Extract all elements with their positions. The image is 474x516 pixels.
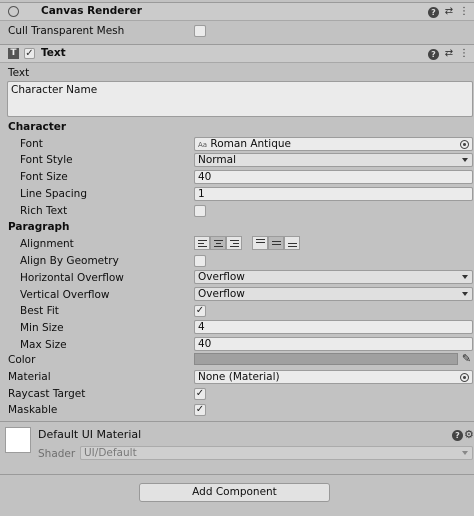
align-by-geometry-checkbox[interactable] bbox=[194, 255, 206, 267]
raycast-target-label: Raycast Target bbox=[8, 388, 86, 400]
dropdown-arrow-icon bbox=[462, 292, 468, 296]
align-left-icon bbox=[198, 240, 207, 249]
line-spacing-value: 1 bbox=[198, 188, 205, 200]
color-label: Color bbox=[8, 354, 36, 366]
align-bottom-button[interactable] bbox=[284, 236, 300, 250]
font-style-value: Normal bbox=[198, 154, 236, 166]
maskable-checkbox[interactable]: ✓ bbox=[194, 404, 206, 416]
align-right-button[interactable] bbox=[226, 236, 242, 250]
dropdown-arrow-icon bbox=[462, 275, 468, 279]
align-bottom-icon bbox=[288, 243, 297, 249]
shader-dropdown[interactable]: UI/Default bbox=[80, 446, 473, 460]
horizontal-overflow-value: Overflow bbox=[198, 271, 245, 283]
shader-value: UI/Default bbox=[84, 447, 137, 459]
vertical-overflow-label: Vertical Overflow bbox=[20, 289, 110, 301]
material-preview-thumbnail bbox=[5, 427, 31, 453]
material-title: Default UI Material bbox=[38, 428, 142, 441]
add-component-label: Add Component bbox=[192, 486, 277, 498]
help-icon[interactable]: ? bbox=[428, 49, 439, 60]
max-size-value: 40 bbox=[198, 338, 212, 350]
align-right-icon bbox=[230, 240, 239, 249]
character-section-header: Character bbox=[8, 121, 67, 133]
text-area-value: Character Name bbox=[11, 84, 98, 96]
best-fit-checkbox[interactable]: ✓ bbox=[194, 305, 206, 317]
help-icon[interactable]: ? bbox=[452, 430, 463, 441]
font-size-field[interactable]: 40 bbox=[194, 170, 473, 184]
eyedropper-icon[interactable]: ✎ bbox=[460, 352, 473, 365]
min-size-label: Min Size bbox=[20, 322, 64, 334]
font-style-label: Font Style bbox=[20, 154, 73, 166]
font-field-value: Roman Antique bbox=[210, 138, 291, 150]
align-center-button[interactable] bbox=[210, 236, 226, 250]
presets-icon[interactable]: ⇄ bbox=[443, 6, 455, 18]
context-menu-icon[interactable]: ⋮ bbox=[458, 48, 470, 60]
section-divider bbox=[0, 474, 474, 475]
material-field-value: None (Material) bbox=[198, 371, 280, 383]
align-center-icon bbox=[214, 240, 223, 249]
vertical-overflow-value: Overflow bbox=[198, 288, 245, 300]
rich-text-label: Rich Text bbox=[20, 205, 68, 217]
text-component-icon: T bbox=[8, 48, 19, 59]
cull-transparent-mesh-label: Cull Transparent Mesh bbox=[8, 25, 125, 37]
text-enabled-checkbox[interactable]: ✓ bbox=[24, 48, 35, 59]
paragraph-section-header: Paragraph bbox=[8, 221, 70, 233]
horizontal-overflow-dropdown[interactable]: Overflow bbox=[194, 270, 473, 284]
text-component-title: Text bbox=[41, 47, 66, 59]
line-spacing-field[interactable]: 1 bbox=[194, 187, 473, 201]
material-field[interactable]: None (Material) bbox=[194, 370, 473, 384]
cull-transparent-mesh-checkbox[interactable] bbox=[194, 25, 206, 37]
context-menu-icon[interactable]: ⋮ bbox=[458, 6, 470, 18]
font-size-value: 40 bbox=[198, 171, 212, 183]
line-spacing-label: Line Spacing bbox=[20, 188, 87, 200]
dropdown-arrow-icon bbox=[462, 158, 468, 162]
object-picker-icon[interactable] bbox=[460, 140, 469, 149]
align-middle-icon bbox=[272, 241, 281, 247]
canvas-renderer-title: Canvas Renderer bbox=[41, 5, 142, 17]
font-field[interactable]: Aa Roman Antique bbox=[194, 137, 473, 151]
min-size-value: 4 bbox=[198, 321, 205, 333]
align-middle-button[interactable] bbox=[268, 236, 284, 250]
best-fit-label: Best Fit bbox=[20, 305, 59, 317]
settings-gear-icon[interactable]: ⚙ bbox=[464, 428, 474, 441]
maskable-label: Maskable bbox=[8, 404, 58, 416]
font-label: Font bbox=[20, 138, 43, 150]
text-label: Text bbox=[8, 67, 30, 79]
text-component-header[interactable]: T ✓ Text ? ⇄ ⋮ bbox=[0, 44, 474, 63]
add-component-button[interactable]: Add Component bbox=[139, 483, 330, 502]
presets-icon[interactable]: ⇄ bbox=[443, 48, 455, 60]
max-size-field[interactable]: 40 bbox=[194, 337, 473, 351]
section-divider bbox=[0, 421, 474, 422]
object-picker-icon[interactable] bbox=[460, 373, 469, 382]
help-icon[interactable]: ? bbox=[428, 7, 439, 18]
min-size-field[interactable]: 4 bbox=[194, 320, 473, 334]
align-top-button[interactable] bbox=[252, 236, 268, 250]
align-by-geometry-label: Align By Geometry bbox=[20, 255, 119, 267]
material-label: Material bbox=[8, 371, 51, 383]
max-size-label: Max Size bbox=[20, 339, 67, 351]
shader-label: Shader bbox=[38, 448, 76, 460]
font-size-label: Font Size bbox=[20, 171, 68, 183]
font-asset-icon: Aa bbox=[198, 141, 208, 149]
canvas-renderer-header[interactable]: Canvas Renderer ? ⇄ ⋮ bbox=[0, 2, 474, 21]
align-left-button[interactable] bbox=[194, 236, 210, 250]
canvas-renderer-icon bbox=[8, 6, 19, 17]
raycast-target-checkbox[interactable]: ✓ bbox=[194, 388, 206, 400]
horizontal-overflow-label: Horizontal Overflow bbox=[20, 272, 124, 284]
dropdown-arrow-icon bbox=[462, 451, 468, 455]
text-area[interactable]: Character Name bbox=[7, 81, 473, 117]
font-style-dropdown[interactable]: Normal bbox=[194, 153, 473, 167]
alignment-label: Alignment bbox=[20, 238, 74, 250]
vertical-overflow-dropdown[interactable]: Overflow bbox=[194, 287, 473, 301]
align-top-icon bbox=[256, 239, 265, 245]
color-swatch[interactable] bbox=[194, 353, 458, 365]
rich-text-checkbox[interactable] bbox=[194, 205, 206, 217]
